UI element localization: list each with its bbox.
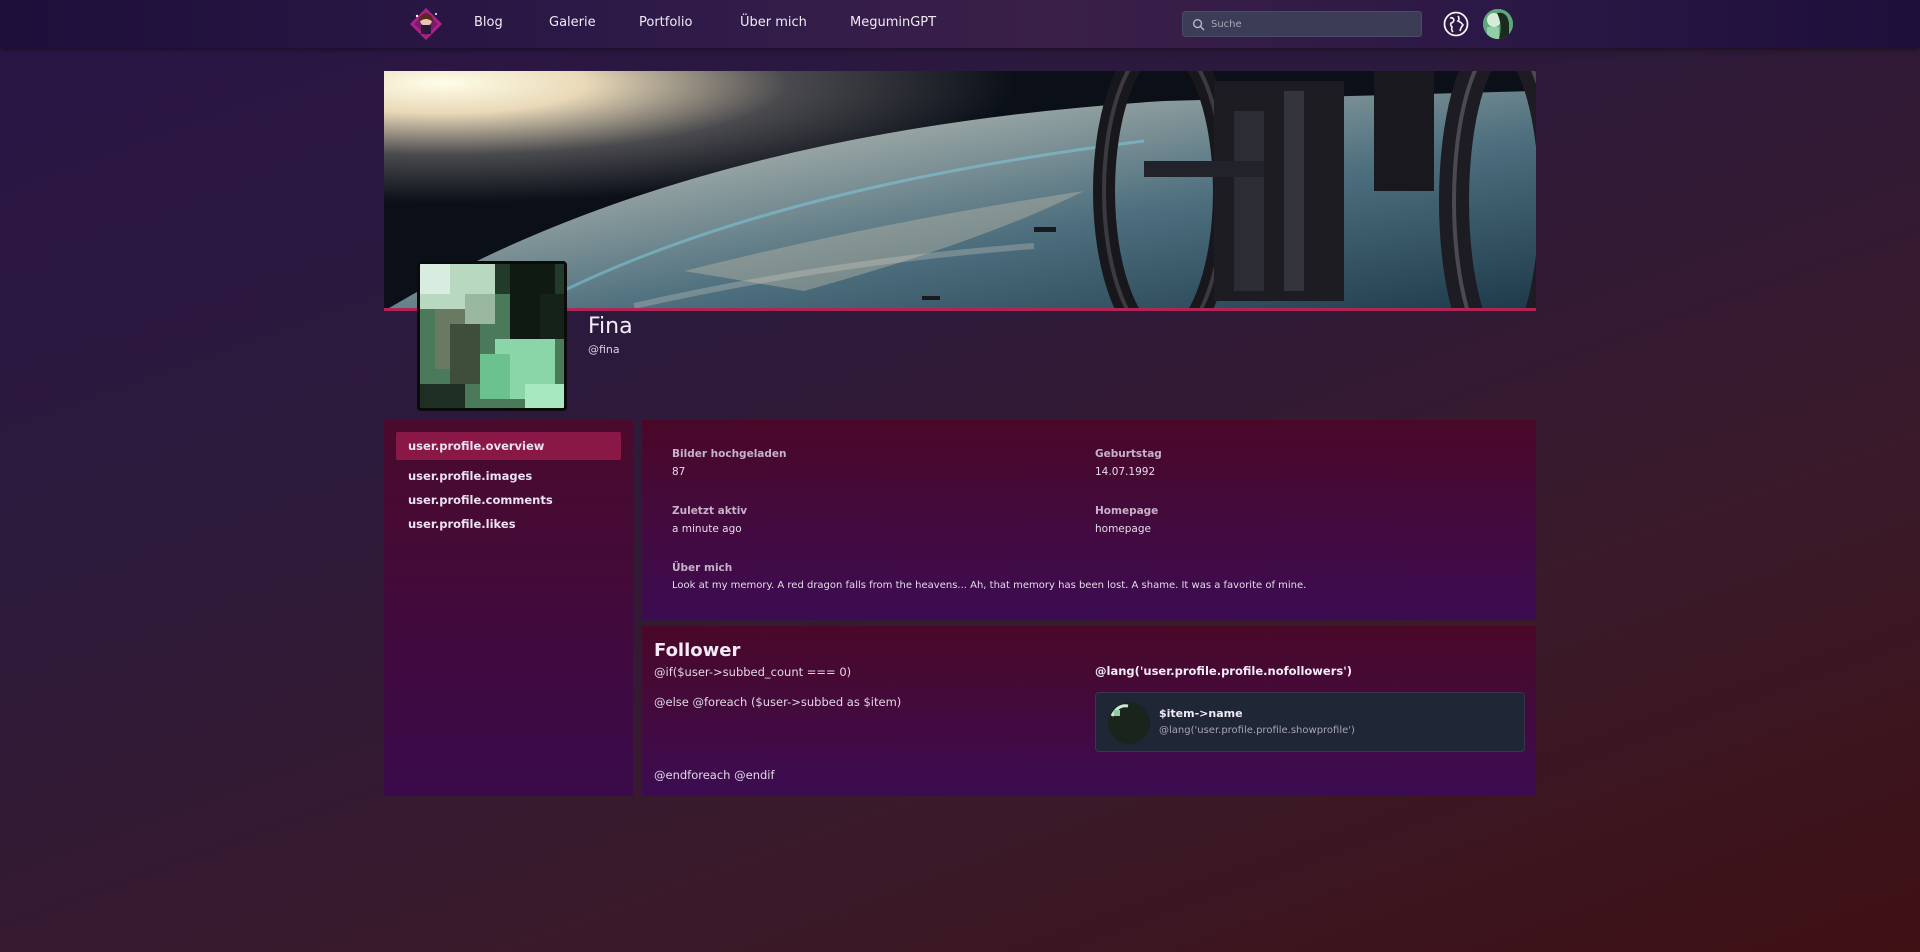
follower-name: $item->name xyxy=(1159,707,1243,720)
search-icon xyxy=(1192,18,1205,31)
nav-link-blog[interactable]: Blog xyxy=(474,15,503,30)
birthday-value: 14.07.1992 xyxy=(1095,466,1156,478)
follower-title: Follower xyxy=(654,640,741,661)
follower-template-else: @else @foreach ($user->subbed as $item) xyxy=(654,695,902,709)
profile-name: Fina xyxy=(588,314,633,339)
homepage-label: Homepage xyxy=(1095,505,1159,517)
sidebar-item-overview[interactable]: user.profile.overview xyxy=(396,432,621,460)
birthday-label: Geburtstag xyxy=(1095,448,1162,460)
search-input[interactable] xyxy=(1211,15,1411,33)
user-avatar[interactable] xyxy=(1483,9,1513,39)
globe-language-icon[interactable] xyxy=(1443,11,1469,37)
last-active-label: Zuletzt aktiv xyxy=(672,505,748,517)
follower-template-if: @if($user->subbed_count === 0) xyxy=(654,665,852,679)
nav-link-megumingpt[interactable]: MeguminGPT xyxy=(850,15,936,30)
follower-avatar xyxy=(1108,702,1150,744)
nav-link-portfolio[interactable]: Portfolio xyxy=(639,15,692,30)
search-box[interactable] xyxy=(1182,11,1422,37)
site-logo[interactable] xyxy=(408,6,444,42)
show-profile-link[interactable]: @lang('user.profile.profile.showprofile'… xyxy=(1159,725,1355,736)
follower-panel: Follower @if($user->subbed_count === 0) … xyxy=(642,626,1536,796)
profile-handle: @fina xyxy=(588,343,620,356)
follower-template-end: @endforeach @endif xyxy=(654,768,775,782)
no-followers-text: @lang('user.profile.profile.nofollowers'… xyxy=(1095,664,1352,678)
images-uploaded-value: 87 xyxy=(672,466,686,478)
profile-stats-panel: Bilder hochgeladen 87 Geburtstag 14.07.1… xyxy=(642,420,1536,620)
last-active-value: a minute ago xyxy=(672,523,742,535)
follower-card[interactable]: $item->name @lang('user.profile.profile.… xyxy=(1095,692,1525,752)
profile-avatar xyxy=(417,261,567,411)
about-text: Look at my memory. A red dragon falls fr… xyxy=(672,580,1307,591)
nav-link-galerie[interactable]: Galerie xyxy=(549,15,596,30)
nav-link-ueber-mich[interactable]: Über mich xyxy=(740,15,807,30)
about-label: Über mich xyxy=(672,562,733,574)
images-uploaded-label: Bilder hochgeladen xyxy=(672,448,787,460)
profile-sidebar: user.profile.overview user.profile.image… xyxy=(384,420,633,796)
top-navbar: Blog Galerie Portfolio Über mich Megumin… xyxy=(0,0,1920,48)
sidebar-item-likes[interactable]: user.profile.likes xyxy=(396,510,621,538)
homepage-link[interactable]: homepage xyxy=(1095,523,1151,535)
